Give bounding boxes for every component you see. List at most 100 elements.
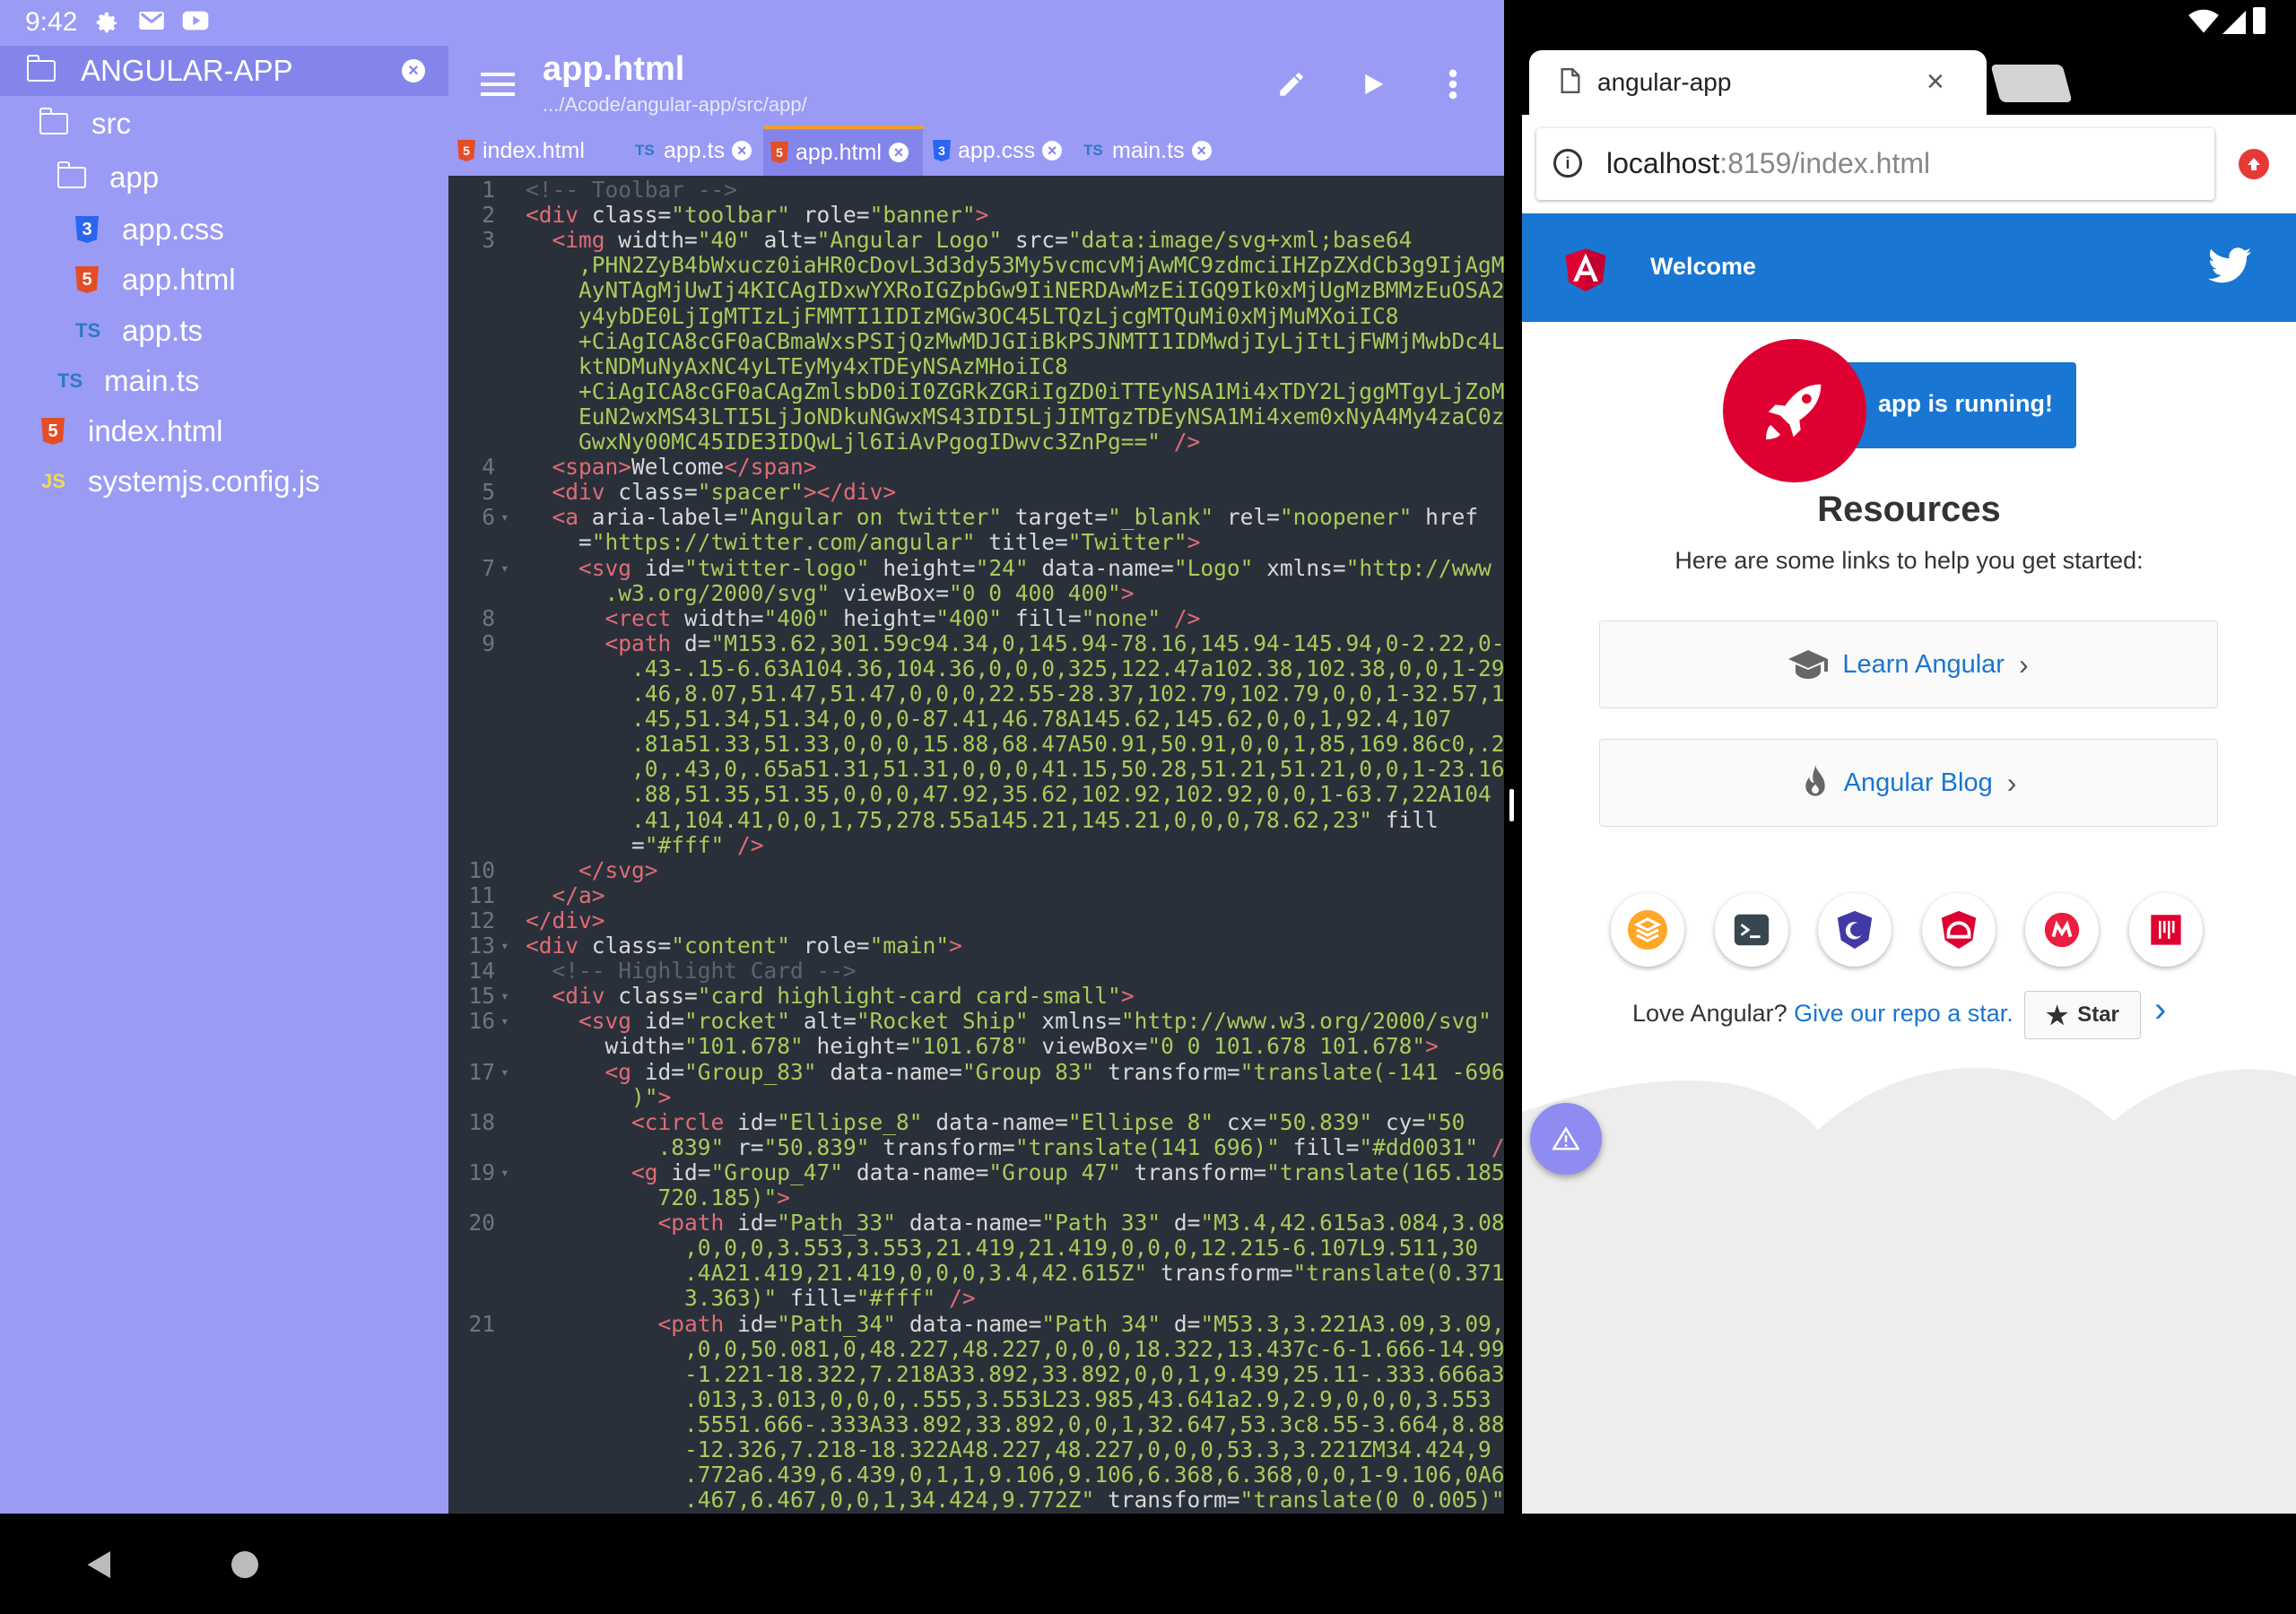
line-content: </a>	[552, 881, 605, 908]
tab-app-html[interactable]: 5 app.html ×	[763, 126, 923, 176]
close-tab-icon[interactable]: ×	[1926, 65, 1944, 100]
tree-item-systemjs[interactable]: JS systemjs.config.js	[41, 456, 320, 507]
fold-toggle-icon[interactable]: ▾	[500, 933, 509, 959]
line-content: GwxNy00MC45IDE3IDQwLjl6IiAvPgogIDwvc3ZnP…	[526, 429, 1201, 455]
line-content: 720.185)">	[526, 1184, 791, 1210]
line-number: 1	[482, 177, 495, 203]
router-button[interactable]	[1922, 893, 1996, 967]
tree-item-label: app.ts	[122, 314, 203, 347]
ts-file-icon: TS	[75, 319, 101, 342]
close-tab-icon[interactable]: ×	[1042, 141, 1063, 161]
tree-item-label: app.html	[122, 263, 236, 296]
split-handle[interactable]	[1509, 789, 1514, 821]
cli-button[interactable]	[1715, 893, 1788, 967]
line-content: <rect width="400" height="400" fill="non…	[604, 604, 1201, 631]
edit-pencil-icon[interactable]	[1266, 59, 1317, 109]
more-vert-icon[interactable]	[1428, 59, 1478, 109]
angular-blog-card[interactable]: Angular Blog ›	[1599, 739, 2218, 827]
line-content: ,0,0,50.081,0,48.227,48.227,0,0,0,18.322…	[526, 1335, 1504, 1362]
editor-filename: app.html	[543, 50, 685, 88]
info-icon[interactable]: i	[1553, 149, 1582, 178]
tab-app-ts[interactable]: TS app.ts ×	[628, 126, 762, 176]
tab-main-ts[interactable]: TS main.ts ×	[1076, 126, 1220, 176]
angular-blog-label: Angular Blog	[1843, 768, 1993, 797]
line-content: +CiAgICA8cGF0aCAgZmlsbD0iI0ZGRkZGRiIgZD0…	[526, 377, 1504, 404]
tree-item-app-css[interactable]: 3 app.css	[75, 204, 224, 255]
tree-item-app-ts[interactable]: TS app.ts	[75, 306, 203, 356]
fold-toggle-icon[interactable]: ▾	[500, 1160, 509, 1185]
meetup-button[interactable]	[2025, 893, 2099, 967]
line-content: ,0,0,0,3.553,3.553,21.419,21.419,0,0,0,1…	[526, 1235, 1479, 1262]
tab-app-css[interactable]: 3 app.css ×	[926, 126, 1074, 176]
tree-item-app-html[interactable]: 5 app.html	[75, 255, 236, 305]
line-content: ,0,.43,0,.65a51.31,51.31,0,0,0,41.15,50.…	[526, 756, 1504, 783]
line-content: <a aria-label="Angular on twitter" targe…	[552, 504, 1479, 531]
fold-toggle-icon[interactable]: ▾	[500, 1060, 509, 1085]
fold-toggle-icon[interactable]: ▾	[500, 556, 509, 581]
warning-fab[interactable]	[1530, 1103, 1602, 1175]
line-content: .41,104.41,0,0,1,75,278.55a145.21,145.21…	[526, 806, 1439, 833]
battery-icon	[2253, 7, 2266, 34]
url-host: localhost	[1606, 147, 1720, 179]
line-number: 7	[482, 554, 495, 581]
resources-subtitle: Here are some links to help you get star…	[1674, 547, 2144, 574]
devtools-button[interactable]	[1818, 893, 1892, 967]
learn-angular-label: Learn Angular	[1842, 649, 2005, 679]
split-divider[interactable]	[1504, 43, 1522, 1514]
close-tab-icon[interactable]: ×	[888, 143, 909, 162]
tree-item-app[interactable]: app	[57, 152, 159, 203]
angular-logo-icon	[1559, 240, 1613, 302]
add-material-button[interactable]	[1611, 893, 1684, 967]
line-content: <!-- Highlight Card -->	[552, 958, 857, 985]
line-content: <svg id="twitter-logo" height="24" data-…	[578, 554, 1492, 581]
discord-button[interactable]	[2129, 893, 2203, 967]
fold-toggle-icon[interactable]: ▾	[500, 505, 509, 530]
line-content: .013,3.013,0,0,0,.555,3.553L23.985,43.64…	[526, 1385, 1492, 1412]
line-content: </div>	[526, 907, 605, 933]
ts-file-icon: TS	[57, 369, 83, 392]
fold-toggle-icon[interactable]: ▾	[500, 1009, 509, 1034]
tree-item-main-ts[interactable]: TS main.ts	[57, 356, 199, 406]
line-content: <img width="40" alt="Angular Logo" src="…	[552, 227, 1413, 254]
bars-icon	[2151, 915, 2181, 945]
line-content: <div class="toolbar" role="banner">	[526, 202, 989, 229]
css-file-icon: 3	[75, 216, 99, 243]
wifi-icon	[2188, 9, 2219, 39]
close-tab-icon[interactable]: ×	[732, 141, 752, 161]
fold-toggle-icon[interactable]: ▾	[500, 984, 509, 1009]
run-play-icon[interactable]	[1348, 59, 1398, 109]
home-icon[interactable]	[231, 1551, 258, 1578]
close-folder-icon[interactable]: ×	[402, 59, 425, 82]
line-content: ="https://twitter.com/angular" title="Tw…	[526, 529, 1201, 556]
update-icon[interactable]	[2239, 149, 2269, 179]
line-content: .45,51.34,51.34,0,0,0-87.41,46.78A145.62…	[526, 706, 1452, 733]
js-file-icon: JS	[41, 470, 65, 492]
status-bar-right	[1504, 0, 2296, 43]
tab-index-html[interactable]: 5 index.html	[450, 126, 630, 176]
line-number: 8	[482, 604, 495, 631]
url-text[interactable]: localhost:8159/index.html	[1606, 147, 1930, 180]
line-content: .772a6.439,6.439,0,1,1,9.106,9.106,6.368…	[526, 1462, 1504, 1488]
tree-item-src[interactable]: src	[39, 99, 131, 149]
system-nav-bar	[0, 1514, 2296, 1614]
tree-item-label: systemjs.config.js	[88, 464, 320, 498]
line-number: 10	[468, 856, 495, 883]
new-tab-button[interactable]	[1990, 65, 2073, 102]
back-icon[interactable]	[86, 1549, 113, 1584]
school-icon	[1788, 650, 1829, 679]
twitter-icon[interactable]	[2208, 247, 2251, 288]
menu-icon[interactable]	[473, 59, 523, 109]
line-content: .46,8.07,51.47,51.47,0,0,0,22.55-28.37,1…	[526, 681, 1504, 707]
tree-item-label: src	[91, 107, 131, 140]
line-content: y4ybDE0LjIgMTIzLjFMMTI1IDIzMGw3OC45LTQzL…	[526, 302, 1399, 329]
tree-root-label: ANGULAR-APP	[81, 54, 293, 87]
line-number: 2	[482, 202, 495, 229]
line-content: <div class="spacer"></div>	[552, 479, 897, 506]
code-editor[interactable]: 1 <!-- Toolbar --> 2 <div class="toolbar" r…	[448, 176, 1504, 1514]
learn-angular-card[interactable]: Learn Angular ›	[1599, 620, 2218, 708]
tree-root-folder[interactable]: ANGULAR-APP ×	[0, 46, 448, 96]
close-tab-icon[interactable]: ×	[1191, 141, 1212, 161]
folder-icon	[26, 55, 56, 82]
line-content: ,PHN2ZyB4bWxucz0iaHR0cDovL3d3dy53My5vcmc…	[526, 252, 1504, 279]
tree-item-index-html[interactable]: 5 index.html	[41, 406, 222, 456]
